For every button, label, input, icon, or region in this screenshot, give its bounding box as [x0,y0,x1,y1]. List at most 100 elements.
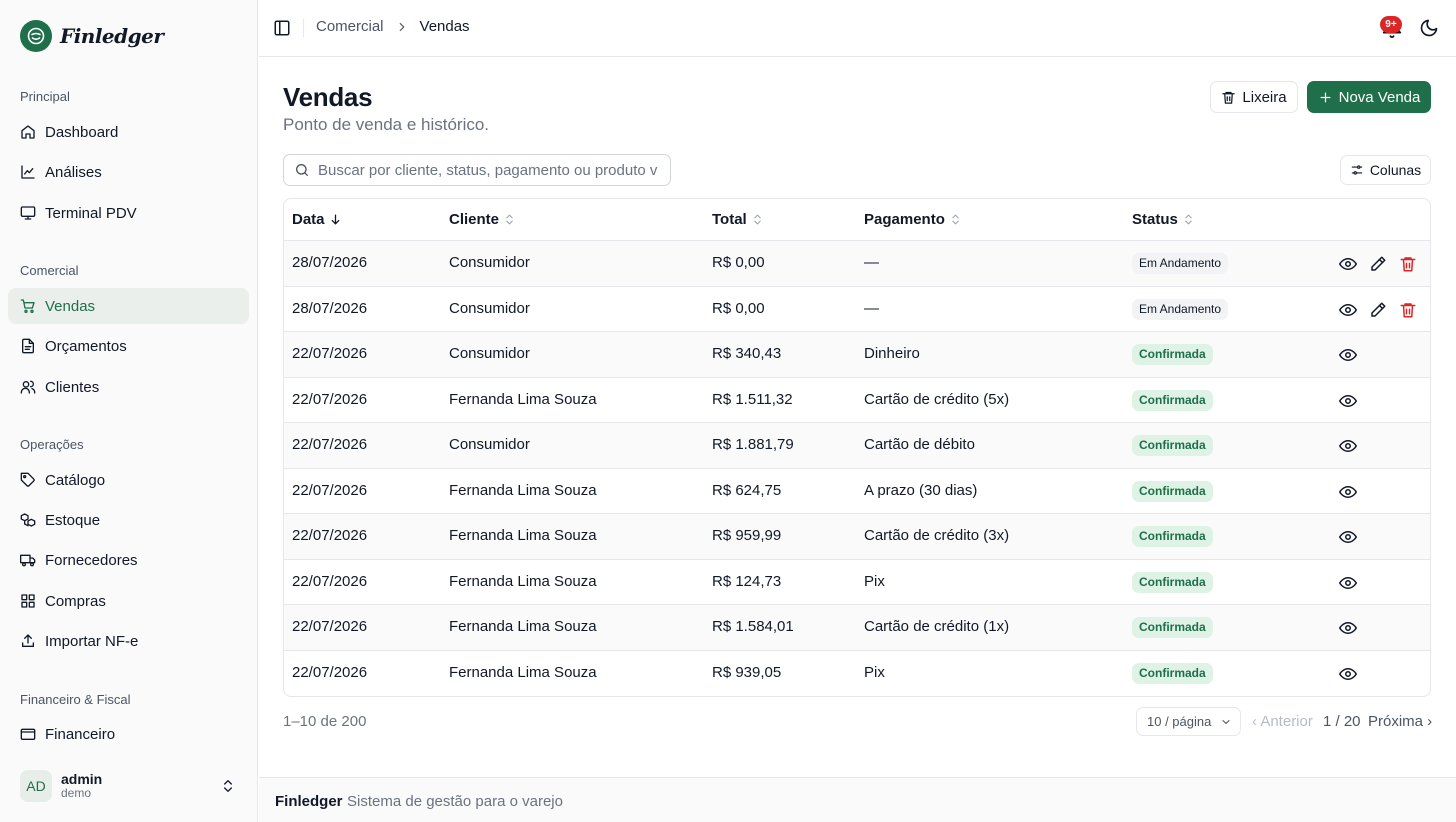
trash-button-label: Lixeira [1242,88,1287,106]
table-row: 22/07/2026 Consumidor R$ 1.881,79 Cartão de… [284,423,1430,469]
row-actions [1339,528,1369,546]
view-icon[interactable] [1339,574,1357,592]
column-header-total[interactable]: Total [712,211,764,228]
sidebar-item-dashboard[interactable]: Dashboard [8,114,249,150]
new-sale-button[interactable]: Nova Venda [1307,81,1431,113]
upload-icon [22,634,34,647]
new-sale-button-label: Nova Venda [1338,88,1421,106]
columns-button[interactable]: Colunas [1340,155,1431,185]
column-header-status[interactable]: Status [1132,211,1195,228]
breadcrumb-comercial[interactable]: Comercial [316,18,384,35]
sidebar-item-fornecedores[interactable]: Fornecedores [8,542,249,578]
cell-payment: Pix [864,663,885,681]
columns-button-label: Colunas [1369,162,1422,178]
status-badge: Confirmada [1132,662,1213,684]
column-header-label: Total [712,211,747,228]
table-row: 22/07/2026 Fernanda Lima Souza R$ 624,75 A … [284,469,1430,514]
sidebar-item-terminal-pdv[interactable]: Terminal PDV [8,195,249,231]
column-header-cliente[interactable]: Cliente [449,211,516,228]
sidebar-item-clientes[interactable]: Clientes [8,369,249,405]
column-header-label: Data [292,211,325,228]
cell-client: Fernanda Lima Souza [449,527,597,544]
sidebar-item-label: Terminal PDV [45,204,137,222]
footer-text: Sistema de gestão para o varejo [347,793,563,810]
cell-status: Confirmada [1132,617,1213,638]
pagination-info: 1–10 de 200 [283,713,367,730]
moon-icon[interactable] [1419,18,1439,38]
delete-icon[interactable] [1399,301,1417,319]
cell-date: 22/07/2026 [292,345,368,362]
table-row: 28/07/2026 Consumidor R$ 0,00 — Em Andamento [284,241,1430,287]
user-menu[interactable]: AD admin demo [20,769,242,803]
view-icon[interactable] [1339,619,1357,637]
view-icon[interactable] [1339,255,1357,273]
chevrons-up-down-icon [224,780,232,792]
view-icon[interactable] [1339,437,1357,455]
row-actions [1339,255,1429,273]
page-title: Vendas [283,82,373,112]
sort-icon [753,214,761,225]
table-header: Data Cliente Total Pagamento Status [284,199,1430,241]
cell-date: 22/07/2026 [292,436,368,453]
user-role: demo [61,786,92,801]
breadcrumb-vendas: Vendas [419,18,470,35]
sidebar-item-estoque[interactable]: Estoque [8,502,249,538]
per-page-select[interactable]: 10 / página [1136,707,1241,736]
view-icon[interactable] [1339,301,1357,319]
sidebar-item-orcamentos[interactable]: Orçamentos [8,328,249,364]
cell-status: Em Andamento [1132,253,1229,274]
edit-icon[interactable] [1369,255,1387,273]
sidebar-item-importar-nfe[interactable]: Importar NF-e [8,623,249,659]
page-subtitle: Ponto de venda e histórico. [283,115,490,134]
sales-table: Data Cliente Total Pagamento Status 28/0… [283,198,1431,697]
users-icon [20,380,36,394]
wallet-icon [20,728,36,740]
view-icon[interactable] [1339,528,1357,546]
sidebar-item-catalogo[interactable]: Catálogo [8,462,249,498]
view-icon[interactable] [1339,483,1357,501]
sidebar-item-label: Financeiro [45,725,116,743]
cell-client: Consumidor [449,436,530,453]
status-badge: Em Andamento [1132,253,1229,274]
next-page-button[interactable]: Próxima › [1368,713,1432,730]
boxes-icon [20,513,36,527]
home-icon [21,125,35,139]
cell-total: R$ 1.881,79 [712,436,794,453]
cell-date: 22/07/2026 [292,481,368,499]
view-icon[interactable] [1339,346,1357,364]
nav-group-financeiro-fiscal: Financeiro & Fiscal [20,692,131,707]
previous-page-button[interactable]: ‹ Anterior [1252,713,1313,730]
row-actions [1339,301,1429,319]
user-name: admin [61,771,103,788]
view-icon[interactable] [1339,392,1357,410]
sidebar-item-analises[interactable]: Análises [8,154,249,190]
brand[interactable]: Finledger [20,20,164,52]
chevron-down-icon [1222,720,1230,724]
delete-icon[interactable] [1399,255,1417,273]
row-actions [1339,619,1369,637]
view-icon[interactable] [1339,665,1357,683]
search-input[interactable] [318,161,658,179]
column-header-data[interactable]: Data [292,211,342,228]
cell-client: Fernanda Lima Souza [449,572,597,590]
arrow-down-icon [331,214,339,225]
sidebar-item-vendas[interactable]: Vendas [8,288,249,324]
edit-icon[interactable] [1369,301,1387,319]
cell-client: Consumidor [449,254,530,271]
trash-button[interactable]: Lixeira [1210,81,1298,113]
column-header-pagamento[interactable]: Pagamento [864,211,962,228]
page-indicator: 1 / 20 [1323,713,1361,730]
cell-payment: — [864,254,879,271]
cell-client: Fernanda Lima Souza [449,390,597,408]
cell-date: 28/07/2026 [292,254,368,271]
sidebar-toggle-icon[interactable] [273,19,291,37]
table-row: 22/07/2026 Fernanda Lima Souza R$ 959,99 Ca… [284,514,1430,560]
status-badge: Confirmada [1132,480,1213,502]
status-badge: Em Andamento [1132,298,1229,320]
sidebar-item-financeiro[interactable]: Financeiro [8,716,249,752]
sidebar-item-compras[interactable]: Compras [8,583,249,619]
cell-status: Confirmada [1132,435,1213,456]
column-header-label: Status [1132,211,1178,228]
sidebar-item-label: Compras [45,592,106,610]
cell-total: R$ 624,75 [712,481,782,499]
